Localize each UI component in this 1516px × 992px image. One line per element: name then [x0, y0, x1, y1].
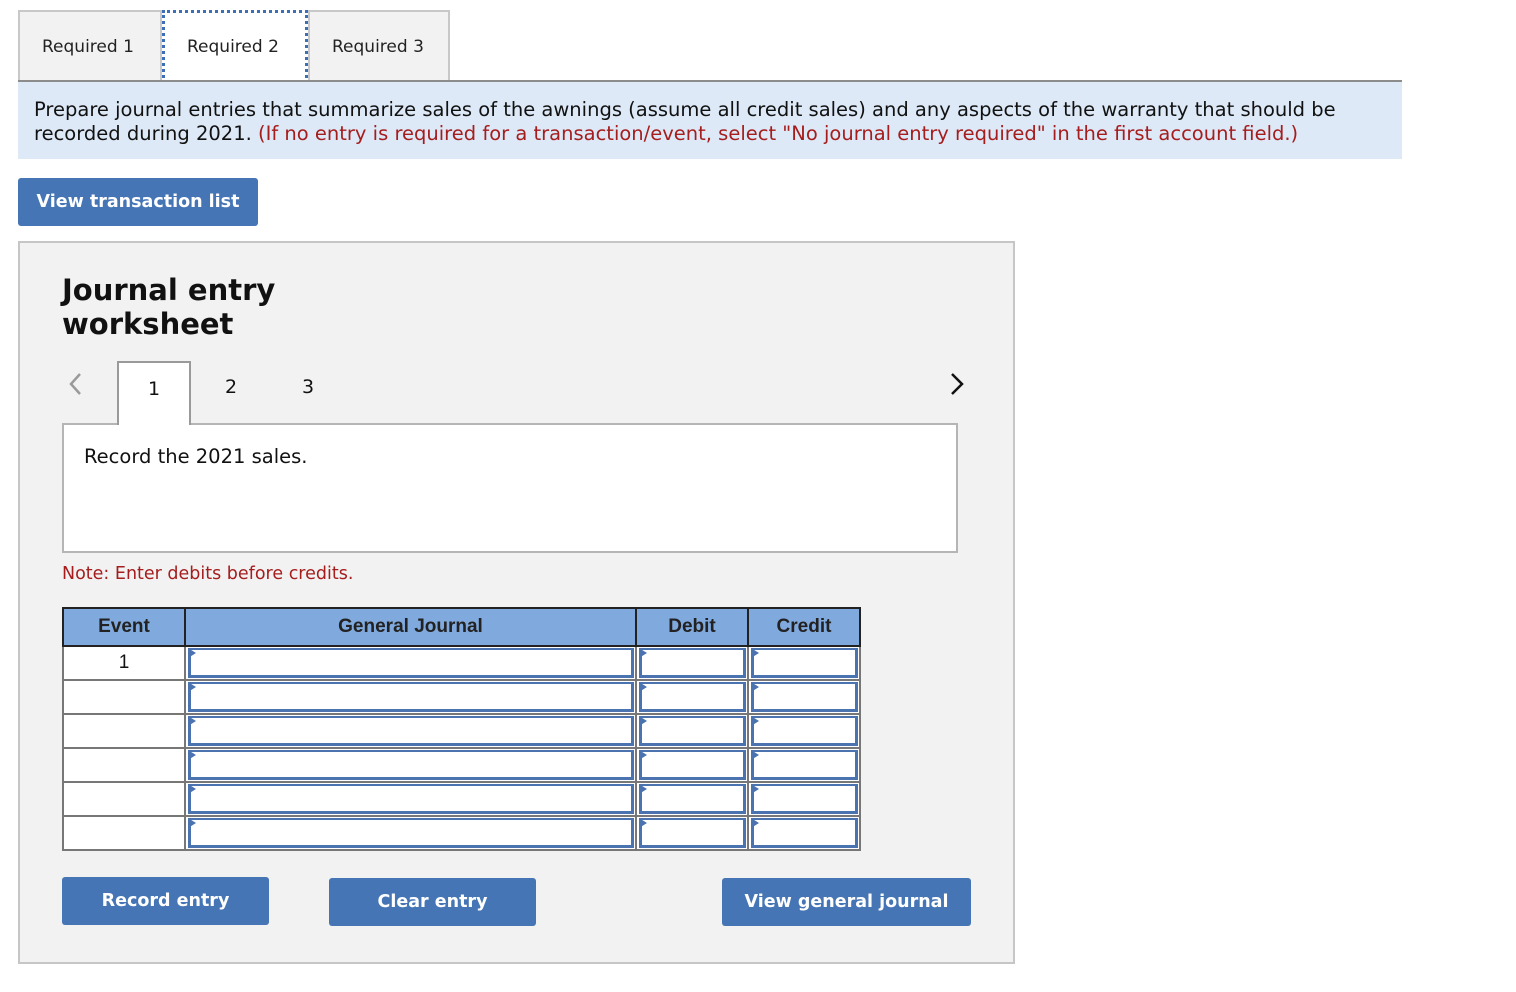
record-entry-button[interactable]: Record entry: [62, 877, 269, 925]
worksheet-title-line1: Journal entry: [62, 273, 276, 307]
debit-field-cell: [635, 747, 749, 783]
instructions-box: Prepare journal entries that summarize s…: [18, 82, 1402, 159]
journal-row: [62, 679, 861, 715]
tab-required-2[interactable]: Required 2: [162, 10, 308, 83]
debit-field-cell: [635, 679, 749, 715]
credit-field[interactable]: [751, 784, 858, 814]
dropdown-flag-icon: [639, 818, 647, 828]
page-tab-1[interactable]: 1: [117, 361, 191, 425]
chevron-right-icon[interactable]: [946, 369, 970, 399]
dropdown-flag-icon: [188, 648, 196, 658]
header-debit: Debit: [635, 607, 749, 647]
account-field[interactable]: [188, 716, 634, 746]
tab-required-1[interactable]: Required 1: [18, 10, 162, 81]
credit-field-cell: [747, 713, 861, 749]
worksheet-title: Journal entry worksheet: [62, 273, 275, 341]
view-general-journal-button[interactable]: View general journal: [722, 878, 971, 926]
debit-field[interactable]: [639, 716, 746, 746]
transaction-description: Record the 2021 sales.: [62, 423, 958, 553]
account-field-cell: [184, 781, 637, 817]
debit-field[interactable]: [639, 750, 746, 780]
dropdown-flag-icon: [188, 818, 196, 828]
account-field-cell: [184, 645, 637, 681]
credit-field[interactable]: [751, 648, 858, 678]
dropdown-flag-icon: [639, 648, 647, 658]
journal-table: Event General Journal Debit Credit 1: [62, 607, 861, 851]
dropdown-flag-icon: [639, 682, 647, 692]
debit-field[interactable]: [639, 818, 746, 848]
debits-before-credits-note: Note: Enter debits before credits.: [62, 564, 354, 584]
dropdown-flag-icon: [751, 716, 759, 726]
dropdown-flag-icon: [639, 784, 647, 794]
debit-field[interactable]: [639, 682, 746, 712]
account-field-cell: [184, 679, 637, 715]
journal-row: [62, 747, 861, 783]
debit-field-cell: [635, 645, 749, 681]
journal-row: [62, 781, 861, 817]
credit-field-cell: [747, 679, 861, 715]
journal-table-header: Event General Journal Debit Credit: [62, 607, 861, 647]
dropdown-flag-icon: [188, 716, 196, 726]
debit-field-cell: [635, 713, 749, 749]
dropdown-flag-icon: [751, 784, 759, 794]
worksheet-title-line2: worksheet: [62, 307, 234, 341]
account-field[interactable]: [188, 784, 634, 814]
clear-entry-button[interactable]: Clear entry: [329, 878, 536, 926]
account-field[interactable]: [188, 682, 634, 712]
header-event: Event: [62, 607, 186, 647]
transaction-description-text: Record the 2021 sales.: [84, 445, 308, 468]
account-field-cell: [184, 815, 637, 851]
event-cell: [62, 679, 186, 715]
debit-field-cell: [635, 781, 749, 817]
dropdown-flag-icon: [639, 716, 647, 726]
credit-field[interactable]: [751, 818, 858, 848]
journal-entry-worksheet-panel: Journal entry worksheet 1 2 3 Record the…: [18, 241, 1015, 964]
debit-field-cell: [635, 815, 749, 851]
journal-row: 1: [62, 645, 861, 681]
account-field[interactable]: [188, 648, 634, 678]
account-field[interactable]: [188, 750, 634, 780]
journal-row: [62, 713, 861, 749]
instructions-note: (If no entry is required for a transacti…: [258, 122, 1299, 145]
debit-field[interactable]: [639, 648, 746, 678]
dropdown-flag-icon: [751, 818, 759, 828]
credit-field[interactable]: [751, 750, 858, 780]
page-tab-2[interactable]: 2: [194, 361, 268, 423]
dropdown-flag-icon: [751, 750, 759, 760]
account-field[interactable]: [188, 818, 634, 848]
dropdown-flag-icon: [188, 784, 196, 794]
credit-field[interactable]: [751, 682, 858, 712]
credit-field-cell: [747, 645, 861, 681]
credit-field[interactable]: [751, 716, 858, 746]
requirement-tabs: Required 1 Required 2 Required 3: [18, 10, 450, 83]
tab-required-3[interactable]: Required 3: [308, 10, 450, 81]
view-transaction-list-button[interactable]: View transaction list: [18, 178, 258, 226]
dropdown-flag-icon: [188, 682, 196, 692]
dropdown-flag-icon: [751, 648, 759, 658]
dropdown-flag-icon: [639, 750, 647, 760]
account-field-cell: [184, 713, 637, 749]
event-cell: [62, 781, 186, 817]
page-tab-3[interactable]: 3: [271, 361, 345, 423]
credit-field-cell: [747, 781, 861, 817]
credit-field-cell: [747, 815, 861, 851]
credit-field-cell: [747, 747, 861, 783]
journal-row: [62, 815, 861, 851]
header-general-journal: General Journal: [184, 607, 637, 647]
event-cell: 1: [62, 645, 186, 681]
event-cell: [62, 815, 186, 851]
debit-field[interactable]: [639, 784, 746, 814]
account-field-cell: [184, 747, 637, 783]
event-cell: [62, 747, 186, 783]
header-credit: Credit: [747, 607, 861, 647]
chevron-left-icon[interactable]: [64, 369, 88, 399]
dropdown-flag-icon: [751, 682, 759, 692]
dropdown-flag-icon: [188, 750, 196, 760]
event-cell: [62, 713, 186, 749]
